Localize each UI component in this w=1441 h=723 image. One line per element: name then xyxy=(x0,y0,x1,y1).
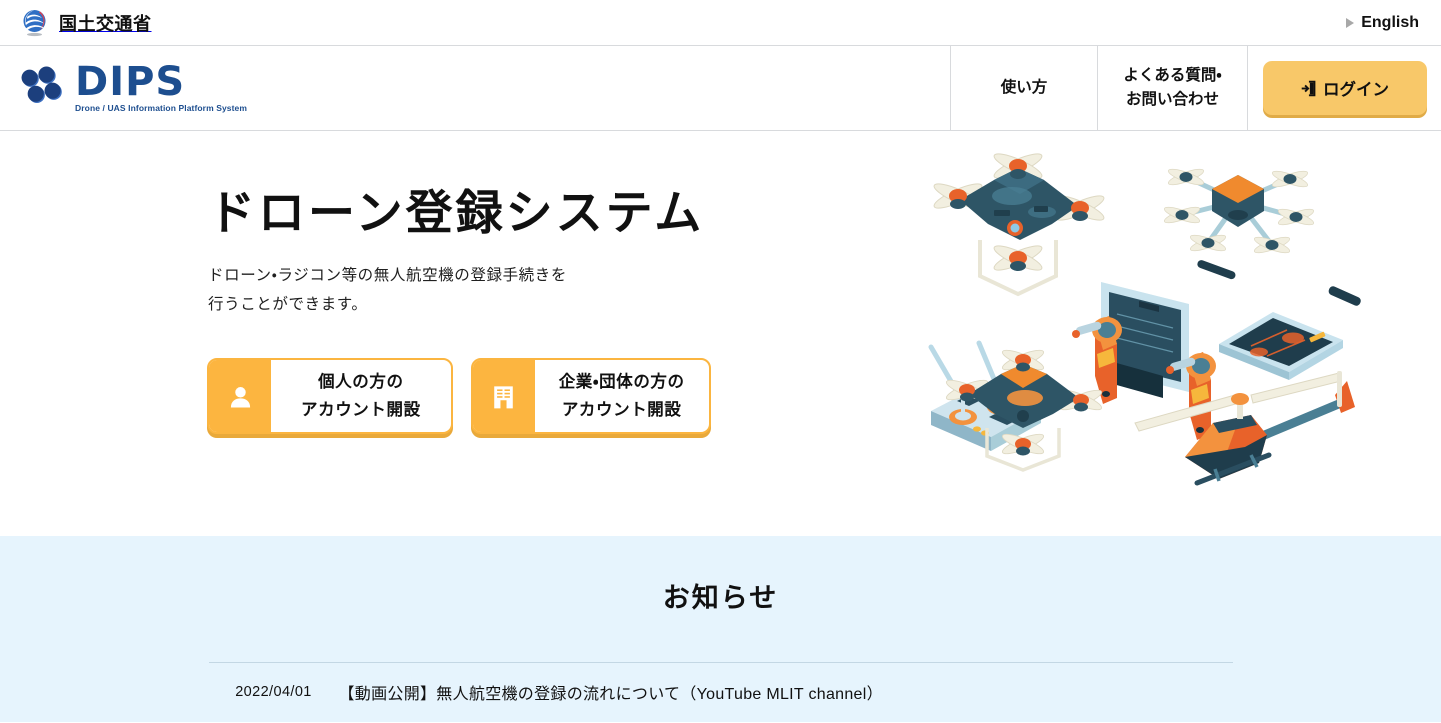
hero-section: ドローン登録システム ドローン・ラジコン等の無人航空機の登録手続きを 行うことが… xyxy=(0,131,1441,536)
building-icon xyxy=(472,360,535,432)
hero-subtitle-line1: ドローン・ラジコン等の無人航空機の登録手続きを xyxy=(208,267,567,285)
hero-copy: ドローン登録システム ドローン・ラジコン等の無人航空機の登録手続きを 行うことが… xyxy=(208,186,848,319)
cta-corporate-account[interactable]: 企業・団体の方の アカウント開設 xyxy=(470,358,711,434)
login-button[interactable]: ログイン xyxy=(1262,61,1427,115)
cta-row: 個人の方の アカウント開設 企業・団体の方の アカウント開設 xyxy=(207,358,711,434)
dips-four-dots-icon xyxy=(20,65,66,111)
cta-corporate-line2: アカウント開設 xyxy=(561,401,682,419)
nav-faq-label-line2: お問い合わせ xyxy=(1125,91,1219,108)
mlit-name-label: 国土交通省 xyxy=(59,13,152,34)
page-title: ドローン登録システム xyxy=(208,186,705,239)
nav-faq-label-line1: よくある質問・ xyxy=(1123,66,1222,84)
login-button-label: ログイン xyxy=(1323,81,1389,99)
nav-item-howto[interactable]: 使い方 xyxy=(950,46,1097,130)
language-label: English xyxy=(1361,13,1419,31)
dips-wordmark: DIPS xyxy=(75,59,186,105)
triangle-right-icon xyxy=(1346,17,1355,28)
top-utility-bar: 国土交通省 English xyxy=(0,0,1441,46)
mlit-swirl-icon xyxy=(20,8,50,38)
hero-subtitle-line2: 行うことができます。 xyxy=(208,295,368,313)
site-header: DIPS Drone / UAS Information Platform Sy… xyxy=(0,46,1441,131)
news-item-date: 2022/04/01 xyxy=(235,684,312,700)
language-switch-english[interactable]: English xyxy=(1346,14,1419,32)
header-nav: 使い方 よくある質問・ お問い合わせ ログイン xyxy=(950,46,1441,130)
dips-tagline: Drone / UAS Information Platform System xyxy=(75,103,248,113)
news-list: 2022/04/01 【動画公開】無人航空機の登録の流れについて（YouTube… xyxy=(208,615,1233,706)
news-item[interactable]: 2022/04/01 【動画公開】無人航空機の登録の流れについて（YouTube… xyxy=(208,662,1233,706)
news-item-link[interactable]: 【動画公開】無人航空機の登録の流れについて（YouTube MLIT chann… xyxy=(339,684,883,706)
cta-personal-account[interactable]: 個人の方の アカウント開設 xyxy=(207,358,453,434)
logo-area: DIPS Drone / UAS Information Platform Sy… xyxy=(0,46,950,130)
cta-personal-line2: アカウント開設 xyxy=(301,401,421,419)
news-section: お知らせ 2022/04/01 【動画公開】無人航空機の登録の流れについて（Yo… xyxy=(0,536,1441,722)
cta-personal-line1: 個人の方の xyxy=(318,372,404,391)
hero-illustration xyxy=(913,139,1383,509)
hero-subtitle: ドローン・ラジコン等の無人航空機の登録手続きを 行うことができます。 xyxy=(208,262,848,319)
dips-home-link[interactable]: DIPS Drone / UAS Information Platform Sy… xyxy=(20,59,248,113)
mlit-home-link[interactable]: 国土交通省 xyxy=(20,8,152,38)
nav-item-faq[interactable]: よくある質問・ お問い合わせ xyxy=(1097,46,1247,130)
sign-in-door-icon xyxy=(1300,80,1317,97)
login-cell: ログイン xyxy=(1247,46,1441,130)
news-heading: お知らせ xyxy=(662,583,779,613)
person-icon xyxy=(209,360,271,432)
cta-corporate-line1: 企業・団体の方の xyxy=(558,372,685,391)
nav-howto-label: 使い方 xyxy=(1000,78,1048,96)
